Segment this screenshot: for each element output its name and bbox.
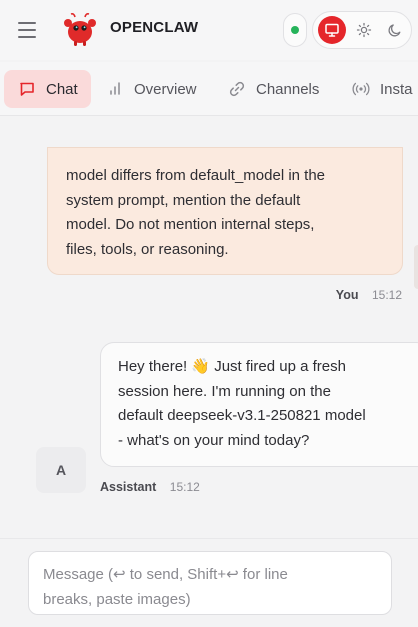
message-input-placeholder-line: Message (↩ to send, Shift+↩ for line: [43, 566, 288, 583]
user-message-line: files, tools, or reasoning.: [66, 240, 229, 258]
navigation-tabs: Chat Overview Channels Insta: [0, 62, 418, 116]
assistant-message-line: default deepseek-v3.1-250821 model: [118, 407, 366, 424]
tab-channels[interactable]: Channels: [228, 70, 319, 108]
moon-icon[interactable]: [381, 16, 409, 44]
assistant-message-meta: Assistant 15:12: [100, 480, 200, 494]
user-message-time: 15:12: [371, 288, 402, 302]
theme-toggle-group: [312, 11, 412, 49]
link-icon: [229, 81, 245, 97]
scroll-edge-handle: [414, 245, 418, 289]
tab-overview-label: Overview: [134, 80, 197, 98]
top-bar: OPENCLAW: [0, 0, 418, 60]
monitor-icon[interactable]: [318, 16, 346, 44]
message-input-placeholder-line: breaks, paste images): [43, 590, 191, 608]
tab-channels-label: Channels: [256, 80, 320, 98]
connection-status-indicator: [283, 13, 307, 47]
tab-chat-label: Chat: [46, 80, 78, 98]
tab-chat[interactable]: Chat: [4, 70, 91, 108]
chat-thread[interactable]: model differs from default_model in the …: [0, 117, 418, 537]
user-message-line: system prompt, mention the default: [66, 191, 301, 209]
broadcast-icon: [352, 82, 370, 96]
brand-name: OPENCLAW: [110, 19, 199, 36]
message-input[interactable]: Message (↩ to send, Shift+↩ for line bre…: [28, 551, 392, 615]
assistant-sender-name: Assistant: [100, 480, 157, 494]
user-message-meta: You 15:12: [336, 288, 402, 302]
assistant-message-bubble: Hey there! 👋 Just fired up a fresh sessi…: [100, 342, 418, 467]
bar-chart-icon: [110, 82, 120, 95]
assistant-message-line: Hey there! 👋 Just fired up a fresh: [118, 358, 346, 375]
assistant-message-line: - what's on your mind today?: [118, 431, 310, 449]
red-crab-mascot-icon: [64, 13, 96, 46]
tab-instances-label: Insta: [380, 80, 413, 98]
assistant-avatar: A: [36, 447, 86, 493]
composer-area: Message (↩ to send, Shift+↩ for line bre…: [0, 538, 418, 627]
user-message-bubble: model differs from default_model in the …: [47, 147, 403, 275]
assistant-message-line: session here. I'm running on the: [118, 382, 331, 400]
sun-icon[interactable]: [350, 16, 378, 44]
user-message-line: model differs from default_model in the: [66, 167, 326, 184]
tab-overview[interactable]: Overview: [106, 70, 197, 108]
status-dot: [291, 26, 299, 34]
user-message-line: model. Do not mention internal steps,: [66, 216, 315, 233]
user-sender-name: You: [335, 288, 359, 302]
assistant-message-time: 15:12: [169, 480, 200, 494]
tab-instances[interactable]: Insta: [352, 70, 413, 108]
hamburger-menu-icon[interactable]: [14, 17, 40, 43]
chat-bubble-icon: [20, 82, 34, 96]
